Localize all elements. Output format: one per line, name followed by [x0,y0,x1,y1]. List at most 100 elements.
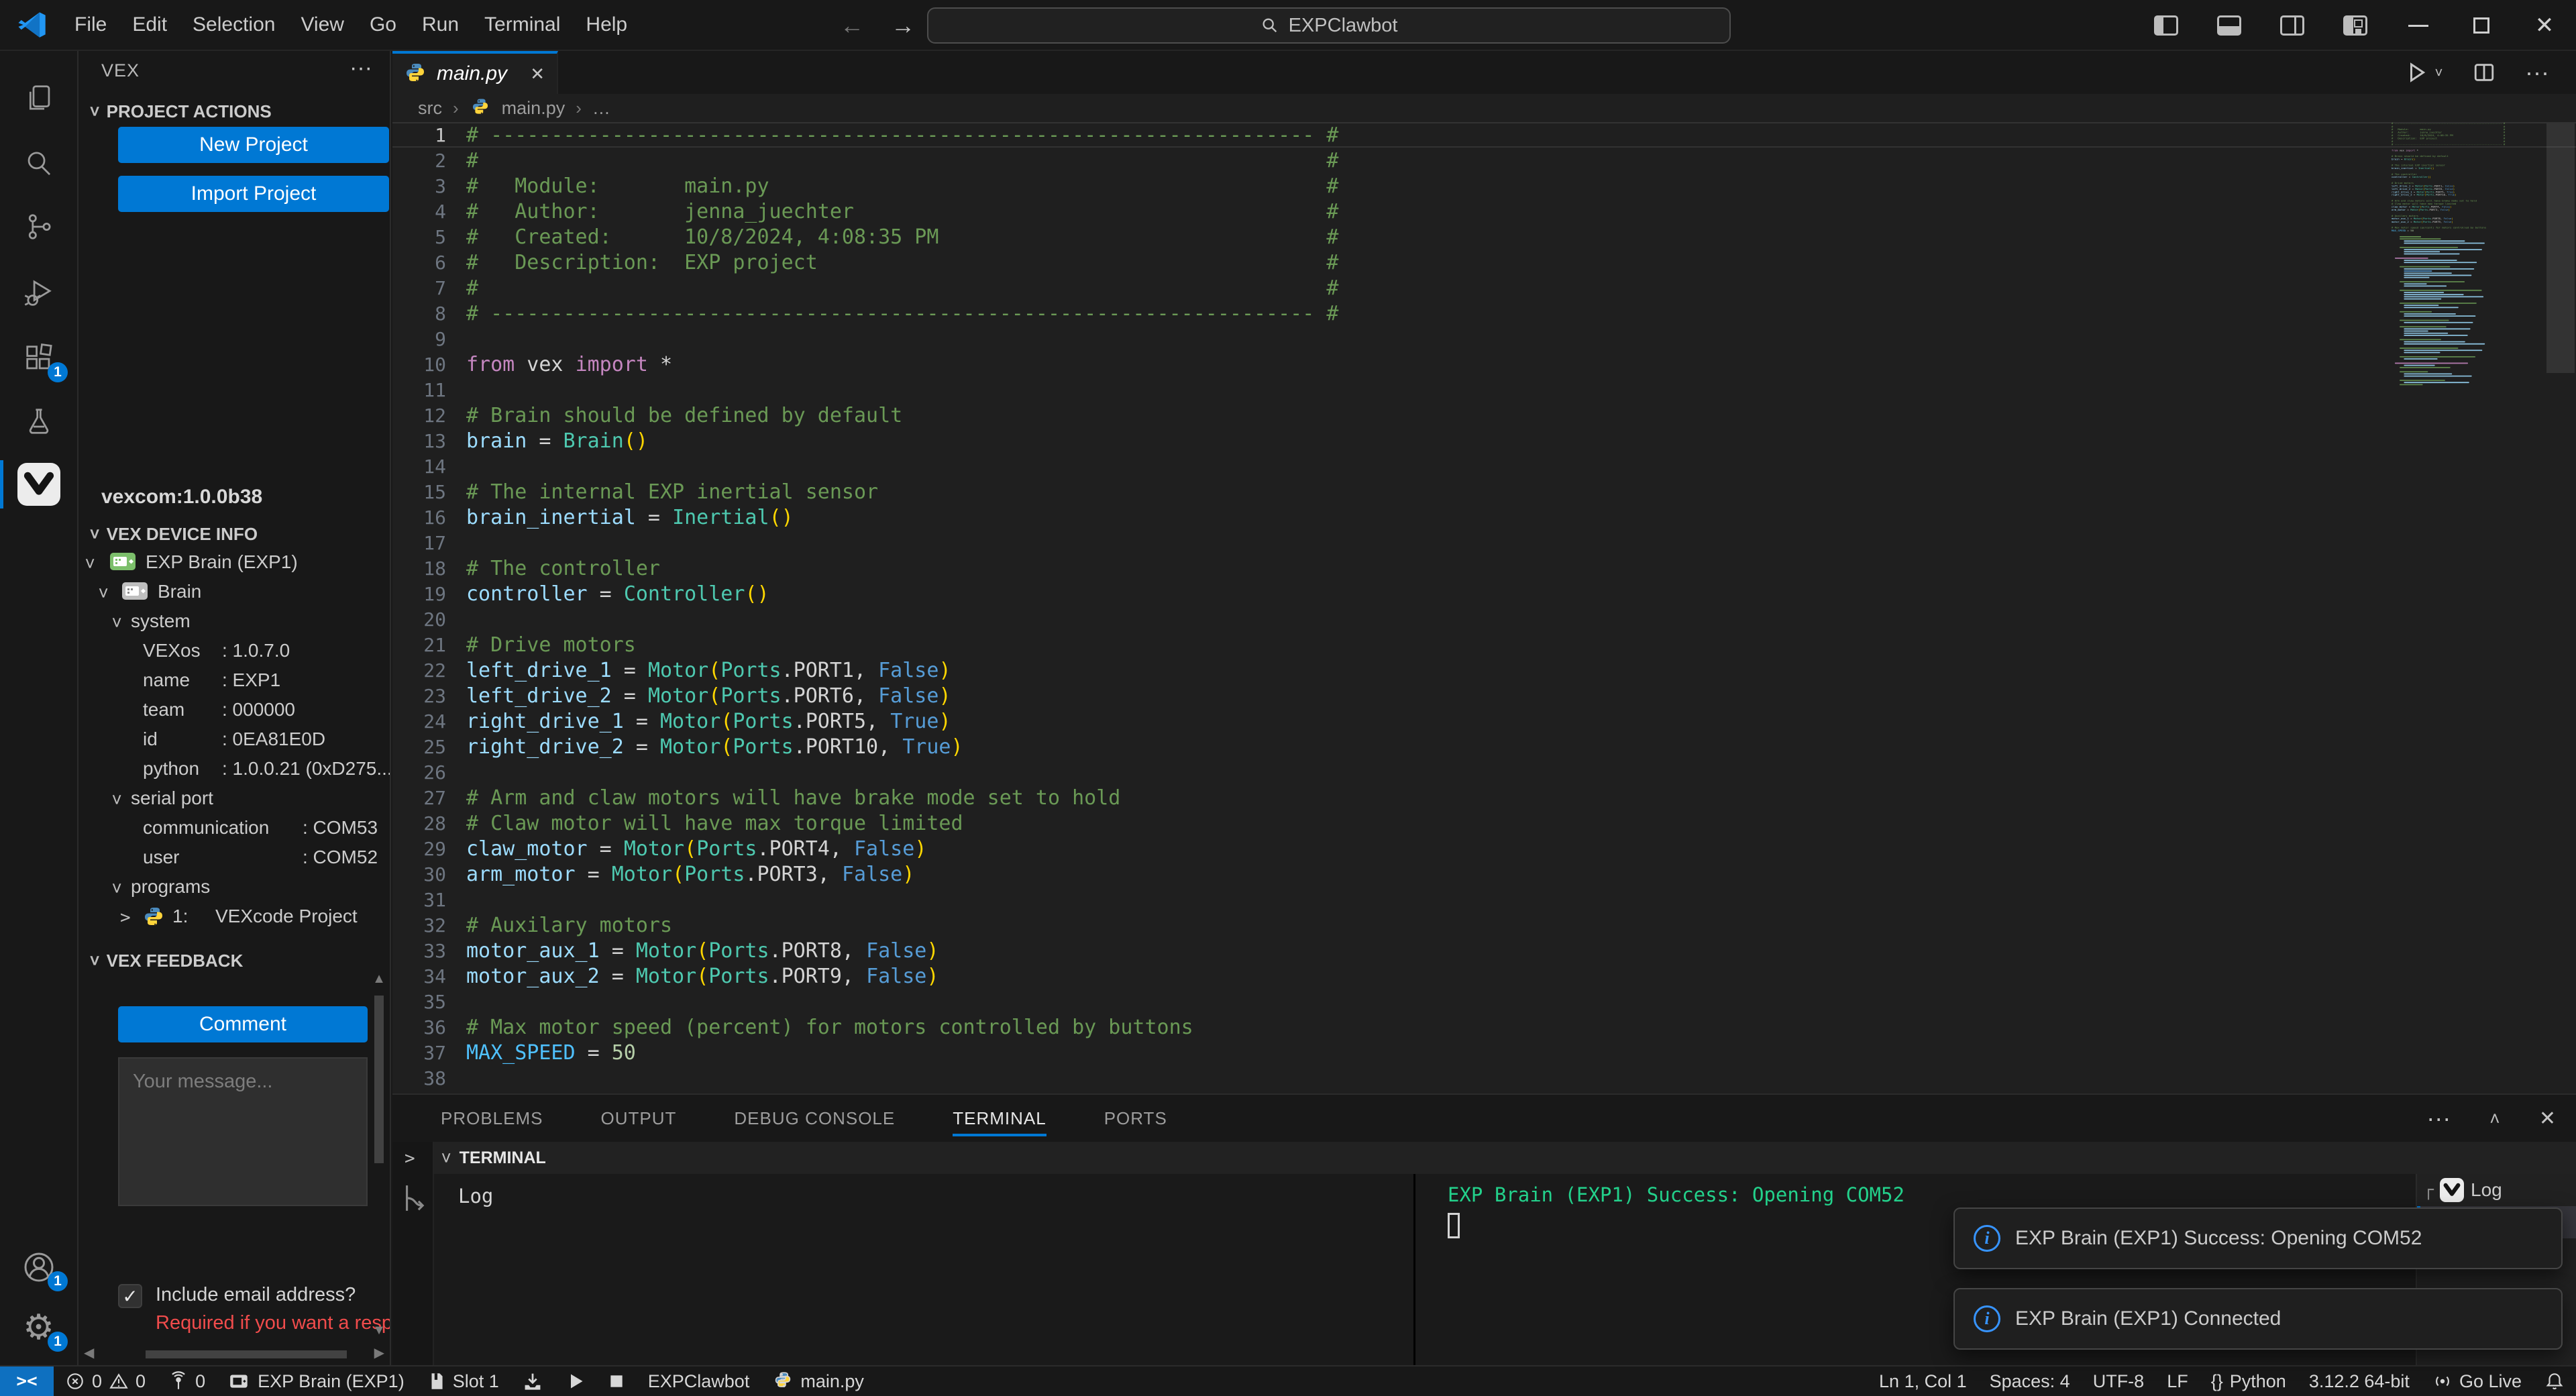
back-icon[interactable]: ← [840,11,864,40]
panel-tab-problems[interactable]: PROBLEMS [441,1095,543,1142]
explorer-icon[interactable] [0,66,77,130]
panel-more-icon[interactable]: ··· [2426,1104,2451,1132]
settings-gear-icon[interactable]: ⚙ 1 [0,1295,77,1360]
tree-row[interactable]: >serial port [78,785,390,814]
notifications-bell[interactable] [2533,1366,2576,1396]
breadcrumb-folder[interactable]: src [418,98,442,119]
tab-close-icon[interactable]: ✕ [530,64,545,85]
problems-status[interactable]: 0 0 [54,1366,157,1396]
terminal-branch-icon[interactable] [400,1183,426,1213]
tree-row[interactable]: >Brain [78,578,390,608]
collapse-terminal-icon[interactable]: > [405,1148,415,1169]
breadcrumb[interactable]: src › main.py › … [392,94,2576,122]
menu-selection[interactable]: Selection [180,8,288,42]
sidebar-hscrollbar[interactable] [85,1349,383,1360]
tree-row[interactable]: >1:VEXcode Project [78,903,390,932]
tree-row[interactable]: user: COM52 [78,844,390,873]
language-status[interactable]: {} Python [2200,1366,2298,1396]
run-python-file-button[interactable]: > [2404,60,2443,85]
run-program-button[interactable] [555,1366,596,1396]
notification-toast[interactable]: i EXP Brain (EXP1) Success: Opening COM5… [1953,1207,2563,1269]
tree-row[interactable]: >programs [78,873,390,903]
extensions-icon[interactable]: 1 [0,326,77,390]
menu-file[interactable]: File [62,8,119,42]
remote-indicator[interactable]: >< [0,1366,54,1396]
close-panel-icon[interactable]: ✕ [2539,1107,2556,1130]
testing-icon[interactable] [0,389,77,453]
forward-icon[interactable]: → [891,11,915,40]
run-dropdown-icon[interactable]: > [2431,68,2447,76]
toggle-panel-icon[interactable] [2198,0,2261,51]
split-editor-icon[interactable] [2473,61,2496,84]
indentation-status[interactable]: Spaces: 4 [1978,1366,2082,1396]
radio-status[interactable]: 0 [157,1366,217,1396]
terminal-section-header[interactable]: > TERMINAL [434,1142,2576,1174]
tree-row[interactable]: >system [78,608,390,637]
comment-button[interactable]: Comment [118,1006,368,1042]
restore-button[interactable] [2450,0,2513,51]
section-feedback[interactable]: > VEX FEEDBACK [78,947,390,974]
tree-row[interactable]: team: 000000 [78,696,390,726]
python-runtime-status[interactable]: 3.12.2 64-bit [2298,1366,2421,1396]
section-device-info[interactable]: > VEX DEVICE INFO [78,521,390,547]
toggle-sidebar-icon[interactable] [2135,0,2198,51]
stop-program-button[interactable] [596,1366,637,1396]
close-button[interactable]: ✕ [2513,0,2576,51]
code-editor[interactable]: 1# -------------------------------------… [392,122,2576,1093]
scroll-down-icon[interactable]: ▼ [372,1323,386,1338]
feedback-vscrollbar[interactable] [372,971,386,1336]
encoding-status[interactable]: UTF-8 [2082,1366,2156,1396]
panel-tab-debug-console[interactable]: DEBUG CONSOLE [734,1095,895,1142]
sidebar-more-icon[interactable]: ··· [350,55,372,81]
tree-row[interactable]: >EXP Brain (EXP1) [78,549,390,578]
tree-row[interactable]: communication: COM53 [78,814,390,844]
vex-extension-icon[interactable] [0,452,77,517]
download-button[interactable] [511,1366,555,1396]
terminal-split-divider[interactable] [1413,1174,1415,1365]
email-checkbox[interactable]: ✓ [118,1284,142,1308]
tree-row[interactable]: python: 1.0.0.21 (0xD275... [78,755,390,785]
code-line: 26 [392,759,2576,785]
tree-row[interactable]: id: 0EA81E0D [78,726,390,755]
feedback-message-input[interactable] [118,1057,368,1206]
cursor-position-status[interactable]: Ln 1, Col 1 [1868,1366,1978,1396]
import-project-button[interactable]: Import Project [118,176,389,212]
menu-view[interactable]: View [288,8,356,42]
toggle-secondary-sidebar-icon[interactable] [2261,0,2324,51]
new-project-button[interactable]: New Project [118,127,389,163]
terminal-instance[interactable]: ┌Log [2417,1174,2576,1206]
maximize-panel-icon[interactable]: > [2485,1113,2505,1124]
active-file-status[interactable]: main.py [761,1366,875,1396]
run-debug-icon[interactable] [0,260,77,325]
menu-go[interactable]: Go [357,8,409,42]
editor-scrollbar[interactable] [2546,123,2575,373]
panel-tab-output[interactable]: OUTPUT [601,1095,677,1142]
customize-layout-icon[interactable] [2324,0,2387,51]
go-live-status[interactable]: Go Live [2421,1366,2533,1396]
tree-row[interactable]: name: EXP1 [78,667,390,696]
tree-row[interactable]: VEXos: 1.0.7.0 [78,637,390,667]
editor-more-icon[interactable]: ··· [2525,58,2549,87]
panel-tab-ports[interactable]: PORTS [1104,1095,1167,1142]
search-view-icon[interactable] [0,131,77,196]
minimap[interactable]: # --------------------------------------… [2392,122,2524,592]
section-project-actions[interactable]: > PROJECT ACTIONS [78,98,390,125]
minimize-button[interactable] [2387,0,2450,51]
command-center[interactable]: EXPClawbot [927,7,1731,44]
menu-help[interactable]: Help [573,8,640,42]
source-control-icon[interactable] [0,195,77,259]
notification-toast[interactable]: i EXP Brain (EXP1) Connected [1953,1288,2563,1350]
menu-run[interactable]: Run [409,8,472,42]
breadcrumb-file[interactable]: main.py [502,98,566,119]
scroll-right-icon[interactable]: ▶ [374,1344,384,1361]
project-name-status[interactable]: EXPClawbot [637,1366,761,1396]
panel-tab-terminal[interactable]: TERMINAL [953,1095,1046,1142]
eol-status[interactable]: LF [2155,1366,2200,1396]
account-icon[interactable]: 1 [0,1235,77,1299]
device-status[interactable]: EXP Brain (EXP1) [217,1366,416,1396]
menu-terminal[interactable]: Terminal [472,8,573,42]
menu-edit[interactable]: Edit [119,8,180,42]
slot-status[interactable]: Slot 1 [416,1366,511,1396]
tab-main-py[interactable]: main.py ✕ [392,51,558,94]
breadcrumb-symbol[interactable]: … [592,98,610,119]
